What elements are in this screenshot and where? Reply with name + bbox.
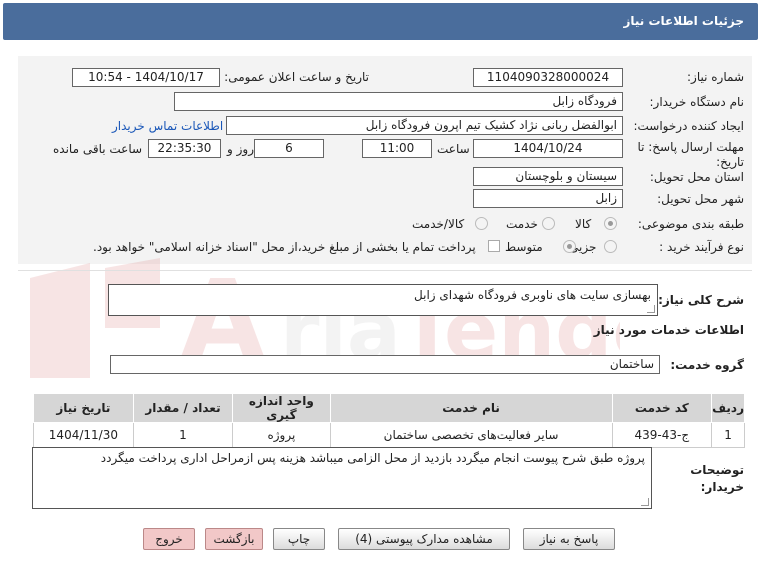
col-name-header: نام خدمت: [329, 393, 613, 423]
description-label: شرح کلی نیاز:: [658, 293, 744, 307]
city-label: شهر محل تحویل:: [657, 192, 744, 206]
category-goods-service-radio[interactable]: [475, 217, 488, 230]
description-text: بهسازی سایت های ناوبری فرودگاه شهدای زاب…: [414, 288, 651, 302]
service-group-field: ساختمان: [110, 355, 660, 374]
print-button[interactable]: چاپ: [273, 528, 325, 550]
city-field: زابل: [473, 189, 623, 208]
category-service-radio[interactable]: [542, 217, 555, 230]
page-header: جزئیات اطلاعات نیاز: [3, 3, 758, 40]
col-code-header: کد خدمت: [611, 393, 713, 423]
category-goods-label: کالا: [575, 217, 592, 231]
buyer-notes-label-line2: خریدار:: [700, 480, 744, 494]
announce-field: 1404/10/17 - 10:54: [72, 68, 220, 87]
cell-quantity: 1: [132, 422, 234, 448]
category-goods-radio[interactable]: [604, 217, 617, 230]
buyer-notes-label-line1: توضیحات: [690, 463, 744, 477]
resize-grip-icon[interactable]: [647, 305, 655, 313]
buyer-label: نام دستگاه خریدار:: [649, 95, 745, 109]
deadline-date-field: 1404/10/24: [473, 139, 623, 158]
category-goods-service-label: کالا/خدمت: [412, 217, 465, 231]
remaining-time-field: 22:35:30: [148, 139, 221, 158]
creator-field: ابوالفضل ربانی نژاد کشیک تیم اپرون فرودگ…: [226, 116, 623, 135]
col-quantity-header: تعداد / مقدار: [132, 393, 234, 423]
cell-code: ج-43-439: [611, 422, 713, 448]
services-info-title: اطلاعات خدمات مورد نیاز: [593, 323, 744, 337]
reply-button[interactable]: پاسخ به نیاز: [523, 528, 615, 550]
description-textarea[interactable]: بهسازی سایت های ناوبری فرودگاه شهدای زاب…: [108, 284, 658, 316]
purchase-medium-label: متوسط: [505, 240, 543, 254]
treasury-payment-note: پرداخت تمام یا بخشی از مبلغ خرید،از محل …: [93, 240, 476, 254]
buyer-contact-link[interactable]: اطلاعات تماس خریدار: [112, 119, 223, 133]
col-row-header: ردیف: [711, 393, 745, 423]
need-number-label: شماره نیاز:: [687, 70, 744, 84]
service-group-label: گروه خدمت:: [670, 358, 744, 372]
need-number-field: 1104090328000024: [473, 68, 623, 87]
table-row: 1 ج-43-439 سایر فعالیت‌های تخصصی ساختمان…: [33, 422, 745, 448]
buyer-notes-text: پروژه طبق شرح پیوست انجام میگردد بازدید …: [100, 451, 645, 465]
purchase-type-label: نوع فرآیند خرید :: [659, 240, 744, 254]
back-button[interactable]: بازگشت: [205, 528, 263, 550]
buyer-notes-textarea[interactable]: پروژه طبق شرح پیوست انجام میگردد بازدید …: [32, 447, 652, 509]
cell-row: 1: [711, 422, 745, 448]
services-table: ردیف کد خدمت نام خدمت واحد اندازه گیری ت…: [33, 393, 745, 448]
deadline-time-field: 11:00: [362, 139, 432, 158]
buyer-field: فرودگاه زابل: [174, 92, 623, 111]
cell-unit: پروژه: [232, 422, 331, 448]
page-title: جزئیات اطلاعات نیاز: [623, 14, 744, 28]
section-divider: [18, 270, 752, 271]
resize-grip-icon[interactable]: [641, 498, 649, 506]
col-unit-header: واحد اندازه گیری: [232, 393, 331, 423]
province-label: استان محل تحویل:: [649, 170, 744, 184]
remaining-label: ساعت باقی مانده: [53, 142, 143, 156]
category-service-label: خدمت: [506, 217, 538, 231]
time-label: ساعت: [437, 142, 470, 156]
announce-label: تاریخ و ساعت اعلان عمومی:: [224, 70, 369, 84]
exit-button[interactable]: خروج: [143, 528, 195, 550]
province-field: سیستان و بلوچستان: [473, 167, 623, 186]
days-field: 6: [254, 139, 324, 158]
cell-name: سایر فعالیت‌های تخصصی ساختمان: [329, 422, 613, 448]
days-label: روز و: [227, 142, 254, 156]
treasury-payment-checkbox[interactable]: [488, 240, 500, 252]
col-date-header: تاریخ نیاز: [33, 393, 134, 423]
purchase-medium-radio[interactable]: [563, 240, 576, 253]
purchase-minor-radio[interactable]: [604, 240, 617, 253]
deadline-label: مهلت ارسال پاسخ: تا تاریخ:: [637, 140, 744, 169]
creator-label: ایجاد کننده درخواست:: [633, 119, 744, 133]
category-label: طبقه بندی موضوعی:: [637, 217, 744, 231]
table-header-row: ردیف کد خدمت نام خدمت واحد اندازه گیری ت…: [33, 393, 745, 423]
cell-date: 1404/11/30: [33, 422, 134, 448]
view-attachments-button[interactable]: مشاهده مدارک پیوستی (4): [338, 528, 510, 550]
